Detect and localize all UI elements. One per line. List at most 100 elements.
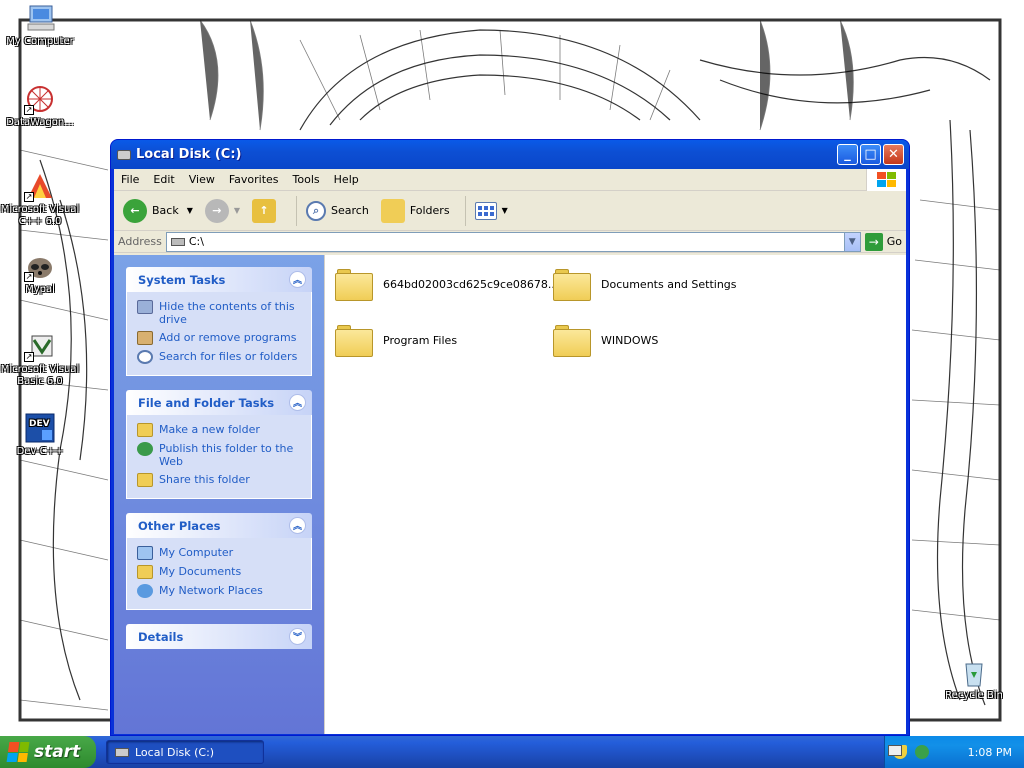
desktop-icon-recycle-bin[interactable]: Recycle Bin xyxy=(934,656,1014,702)
folder-item[interactable]: Program Files xyxy=(335,323,457,357)
forward-button[interactable]: → ▼ xyxy=(202,195,243,227)
start-label: start xyxy=(34,742,81,762)
forward-arrow-icon: → xyxy=(204,198,229,223)
address-label: Address xyxy=(118,235,162,248)
link-share-folder[interactable]: Share this folder xyxy=(137,473,303,487)
panel-header[interactable]: Other Places ︽ xyxy=(126,513,312,538)
panel-header[interactable]: System Tasks ︽ xyxy=(126,267,312,292)
link-label: Share this folder xyxy=(159,473,250,486)
desktop-icon-label: DataWagon... xyxy=(6,117,74,128)
go-arrow-icon: → xyxy=(864,232,883,251)
menu-help[interactable]: Help xyxy=(327,173,366,186)
link-new-folder[interactable]: Make a new folder xyxy=(137,423,303,437)
up-folder-button[interactable]: ↑ xyxy=(249,195,284,227)
task-pane: System Tasks ︽ Hide the contents of this… xyxy=(114,255,324,734)
search-label: Search xyxy=(331,204,369,217)
views-dropdown-icon: ▼ xyxy=(501,206,508,215)
collapse-chevron-icon[interactable]: ︽ xyxy=(289,271,306,288)
address-bar: Address C:\ ▼ → Go xyxy=(114,231,906,253)
menu-favorites[interactable]: Favorites xyxy=(222,173,286,186)
go-button[interactable]: → Go xyxy=(864,232,902,251)
up-folder-icon: ↑ xyxy=(252,198,277,223)
panel-header[interactable]: File and Folder Tasks ︽ xyxy=(126,390,312,415)
collapse-chevron-icon[interactable]: ︽ xyxy=(289,394,306,411)
spider-web-icon: ↗ xyxy=(24,83,56,115)
toolbar-separator xyxy=(296,195,298,226)
share-folder-icon xyxy=(137,473,153,487)
documents-folder-icon xyxy=(137,565,153,579)
svg-text:DEV: DEV xyxy=(29,419,50,429)
link-my-documents[interactable]: My Documents xyxy=(137,565,303,579)
keyboard-icon[interactable] xyxy=(888,745,902,756)
panel-other-places: Other Places ︽ My Computer My Documents … xyxy=(126,513,312,610)
menu-tools[interactable]: Tools xyxy=(286,173,327,186)
taskbar: start Local Disk (C:) 1:08 PM xyxy=(0,736,1024,768)
title-bar[interactable]: Local Disk (C:) _ □ ✕ xyxy=(111,140,909,169)
desktop-icon-my-computer[interactable]: My Computer xyxy=(0,2,80,48)
address-input[interactable]: C:\ ▼ xyxy=(165,231,861,252)
folder-icon xyxy=(553,267,591,301)
back-arrow-icon: ← xyxy=(123,198,147,223)
start-button[interactable]: start xyxy=(0,736,96,768)
collapse-chevron-icon[interactable]: ︽ xyxy=(289,517,306,534)
desktop-icon-visual-basic[interactable]: ↗ Microsoft Visual Basic 6.0 xyxy=(0,330,80,388)
link-label: Search for files or folders xyxy=(159,350,298,363)
folder-item[interactable]: 664bd02003cd625c9ce08678... xyxy=(335,267,558,301)
new-folder-icon xyxy=(137,423,153,437)
folder-item[interactable]: Documents and Settings xyxy=(553,267,737,301)
close-button[interactable]: ✕ xyxy=(883,144,904,165)
link-network-places[interactable]: My Network Places xyxy=(137,584,303,598)
desktop-icon-datawagon[interactable]: ↗ DataWagon... xyxy=(0,83,80,129)
panel-header[interactable]: Details ︾ xyxy=(126,624,312,649)
close-icon: ✕ xyxy=(888,147,899,162)
link-publish-web[interactable]: Publish this folder to the Web xyxy=(137,442,303,468)
folder-name: WINDOWS xyxy=(601,333,659,347)
folders-button[interactable]: Folders xyxy=(378,195,453,227)
dev-cpp-icon: DEV xyxy=(24,412,56,444)
folder-name: Documents and Settings xyxy=(601,277,737,291)
folder-icon xyxy=(335,323,373,357)
minimize-button[interactable]: _ xyxy=(837,144,858,165)
recycle-bin-icon xyxy=(958,656,990,688)
menu-edit[interactable]: Edit xyxy=(146,173,181,186)
panel-system-tasks: System Tasks ︽ Hide the contents of this… xyxy=(126,267,312,376)
link-hide-contents[interactable]: Hide the contents of this drive xyxy=(137,300,303,326)
search-button[interactable]: ⌕ Search xyxy=(303,195,372,227)
visual-studio-icon: ↗ xyxy=(24,170,56,202)
back-button[interactable]: ← Back ▼ xyxy=(120,195,196,227)
panel-title: File and Folder Tasks xyxy=(138,395,275,410)
search-icon: ⌕ xyxy=(306,200,327,221)
drive-icon xyxy=(117,149,131,160)
views-icon xyxy=(474,201,497,220)
taskbar-item-label: Local Disk (C:) xyxy=(135,745,215,759)
clock[interactable]: 1:08 PM xyxy=(968,746,1012,759)
taskbar-item-local-disk[interactable]: Local Disk (C:) xyxy=(106,740,264,764)
link-search-files[interactable]: Search for files or folders xyxy=(137,350,303,364)
address-dropdown-icon[interactable]: ▼ xyxy=(843,232,860,251)
desktop-icon-label: Microsoft Visual Basic 6.0 xyxy=(0,364,80,387)
back-label: Back xyxy=(152,204,179,217)
forward-dropdown-icon: ▼ xyxy=(233,206,241,215)
network-globe-icon xyxy=(137,584,153,598)
folder-item[interactable]: WINDOWS xyxy=(553,323,658,357)
toolbar: ← Back ▼ → ▼ ↑ ⌕ Search Folders ▼ xyxy=(114,191,906,231)
desktop-icon-label: Recycle Bin xyxy=(945,690,1003,701)
folders-label: Folders xyxy=(409,204,450,217)
link-label: Make a new folder xyxy=(159,423,260,436)
expand-chevron-icon[interactable]: ︾ xyxy=(289,628,306,645)
maximize-button[interactable]: □ xyxy=(860,144,881,165)
desktop-icon-label: Microsoft Visual C++ 6.0 xyxy=(0,204,80,227)
desktop-icon-visual-cpp[interactable]: ↗ Microsoft Visual C++ 6.0 xyxy=(0,170,80,228)
back-dropdown-icon[interactable]: ▼ xyxy=(187,206,193,215)
network-icon[interactable] xyxy=(915,745,929,759)
windows-logo-icon xyxy=(866,169,906,191)
toolbar-separator xyxy=(464,195,466,226)
views-button[interactable]: ▼ xyxy=(472,195,511,227)
file-list: 664bd02003cd625c9ce08678... Documents an… xyxy=(324,255,906,734)
menu-view[interactable]: View xyxy=(182,173,222,186)
menu-file[interactable]: File xyxy=(114,173,146,186)
link-add-remove[interactable]: Add or remove programs xyxy=(137,331,303,345)
desktop-icon-dev-cpp[interactable]: DEV Dev-C++ xyxy=(0,412,80,458)
link-my-computer[interactable]: My Computer xyxy=(137,546,303,560)
desktop-icon-mypal[interactable]: ↗ Mypal xyxy=(0,250,80,296)
